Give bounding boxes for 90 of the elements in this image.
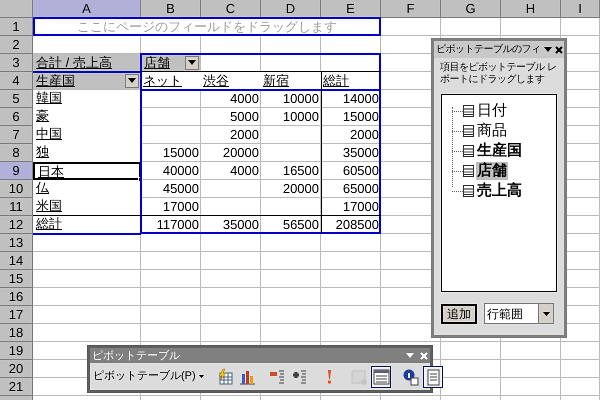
table-cell-text: 17000 <box>342 198 380 216</box>
table-cell-text: 2000 <box>229 126 260 144</box>
field-item[interactable]: 店舗 <box>476 162 508 180</box>
row-header[interactable]: 6 <box>0 108 33 126</box>
row-header[interactable]: 3 <box>0 54 33 72</box>
field-icon <box>463 105 474 117</box>
row-header[interactable]: 5 <box>0 90 33 108</box>
row-header[interactable]: 1 <box>0 18 33 36</box>
caret-icon <box>198 375 204 378</box>
dropdown-arrow-icon <box>542 312 550 316</box>
dropdown-arrow-icon <box>128 78 136 83</box>
table-cell-text: 14000 <box>342 90 380 108</box>
table-cell-text: 20000 <box>222 144 260 162</box>
dropdown-arrow-icon[interactable] <box>544 47 552 52</box>
column-header[interactable]: D <box>261 0 321 18</box>
window-title: ピボットテーブルのフィ <box>436 42 540 57</box>
row-header[interactable]: 2 <box>0 36 33 54</box>
column-header[interactable]: A <box>33 0 141 18</box>
table-cell-text: 35000 <box>342 144 380 162</box>
field-item[interactable]: 日付 <box>476 102 508 120</box>
row-item[interactable]: 独 <box>33 144 141 162</box>
toolbar-title: ピボットテーブル <box>92 348 181 362</box>
table-cell-text: 117000 <box>156 216 200 234</box>
column-header[interactable]: I <box>561 0 600 18</box>
table-cell-text: 5000 <box>229 108 260 126</box>
dropdown-arrow-icon <box>188 60 196 65</box>
table-cell-text: 35000 <box>222 216 260 234</box>
add-button[interactable]: 追加 <box>441 304 477 324</box>
table-cell-text: 20000 <box>282 180 320 198</box>
row-header[interactable]: 10 <box>0 180 33 198</box>
area-dropdown[interactable]: 行範囲 <box>484 303 554 324</box>
field-icon <box>463 185 474 197</box>
row-header[interactable]: 19 <box>0 342 33 360</box>
column-header[interactable]: C <box>201 0 261 18</box>
row-header[interactable]: 21 <box>0 378 33 396</box>
row-header[interactable]: 16 <box>0 288 33 306</box>
table-cell-text: 4000 <box>229 90 260 108</box>
table-cell-text: 56500 <box>282 216 320 234</box>
table-cell-text: 10000 <box>282 108 320 126</box>
column-item[interactable]: ネット <box>141 72 201 90</box>
dropdown-button[interactable] <box>185 56 199 70</box>
row-header[interactable]: 7 <box>0 126 33 144</box>
field-button[interactable]: 合計 / 売上高 <box>33 54 140 70</box>
column-header[interactable]: H <box>501 0 561 18</box>
table-cell-text: 60500 <box>342 162 380 180</box>
column-header[interactable]: B <box>141 0 201 18</box>
table-cell-text: 2000 <box>349 126 380 144</box>
field-item[interactable]: 売上高 <box>476 182 523 200</box>
column-header[interactable]: E <box>321 0 381 18</box>
close-icon[interactable] <box>554 46 562 54</box>
row-header[interactable]: 11 <box>0 198 33 216</box>
pivot-menu-button[interactable]: ピボットテーブル(P) <box>92 366 205 388</box>
instructions-text: 項目をピボットテーブル レポートにドラッグします <box>439 60 558 87</box>
column-header[interactable]: G <box>441 0 501 18</box>
table-cell-text: 208500 <box>334 216 380 234</box>
table-cell-text: 4000 <box>229 162 260 180</box>
row-item[interactable]: 仏 <box>33 180 141 198</box>
field-icon <box>463 165 474 177</box>
document-icon[interactable] <box>422 366 443 388</box>
row-header[interactable]: 13 <box>0 234 33 252</box>
table-cell-text: 17000 <box>162 198 200 216</box>
table-cell-text: 16500 <box>282 162 320 180</box>
row-header[interactable]: 20 <box>0 360 33 378</box>
table-cell-text: 15000 <box>342 108 380 126</box>
row-header[interactable]: 8 <box>0 144 33 162</box>
field-icon <box>463 145 474 157</box>
field-list-icon[interactable] <box>370 366 391 388</box>
column-item[interactable]: 新宿 <box>261 72 321 90</box>
row-header[interactable]: 18 <box>0 324 33 342</box>
row-header[interactable]: 12 <box>0 216 33 234</box>
table-cell-text: 45000 <box>162 180 200 198</box>
row-header[interactable]: 17 <box>0 306 33 324</box>
row-header[interactable]: 9 <box>0 162 33 180</box>
column-header[interactable]: F <box>381 0 441 18</box>
field-icon <box>463 125 474 137</box>
table-cell-text: 10000 <box>282 90 320 108</box>
table-cell-text: 65000 <box>342 180 380 198</box>
table-cell-text: 40000 <box>162 162 200 180</box>
table-cell-text: 15000 <box>162 144 200 162</box>
row-item[interactable]: 豪 <box>33 108 141 126</box>
column-item[interactable]: 渋谷 <box>201 72 261 90</box>
row-header[interactable]: 15 <box>0 270 33 288</box>
field-item[interactable]: 生産国 <box>476 142 523 160</box>
dropdown-button[interactable] <box>125 74 139 88</box>
row-item[interactable]: 中国 <box>33 126 141 144</box>
field-item[interactable]: 商品 <box>476 122 508 140</box>
row-item[interactable]: 韓国 <box>33 90 141 108</box>
row-header[interactable]: 14 <box>0 252 33 270</box>
row-header[interactable]: 4 <box>0 72 33 90</box>
row-item[interactable]: 日本 <box>33 162 141 180</box>
